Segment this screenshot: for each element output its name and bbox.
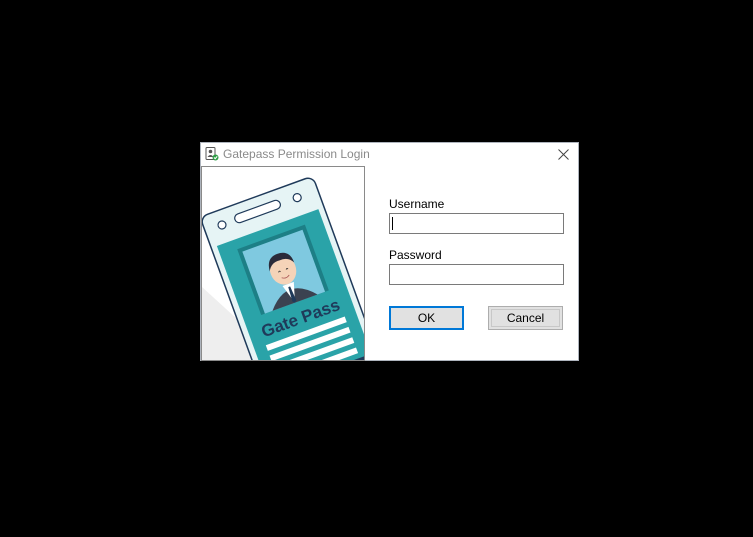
gate-pass-image: Gate Pass [201, 166, 365, 361]
ok-button[interactable]: OK [389, 306, 464, 330]
close-icon [557, 149, 569, 160]
login-dialog: Gatepass Permission Login Gate Pass User… [200, 142, 579, 361]
password-label: Password [389, 248, 442, 262]
badge-check-icon [205, 147, 219, 161]
cancel-button[interactable]: Cancel [488, 306, 563, 330]
password-input[interactable] [389, 264, 564, 285]
close-button[interactable] [550, 144, 576, 165]
title-bar[interactable]: Gatepass Permission Login [201, 143, 578, 166]
username-label: Username [389, 197, 445, 211]
username-input[interactable] [389, 213, 564, 234]
text-caret [392, 217, 393, 230]
window-title: Gatepass Permission Login [223, 147, 370, 161]
